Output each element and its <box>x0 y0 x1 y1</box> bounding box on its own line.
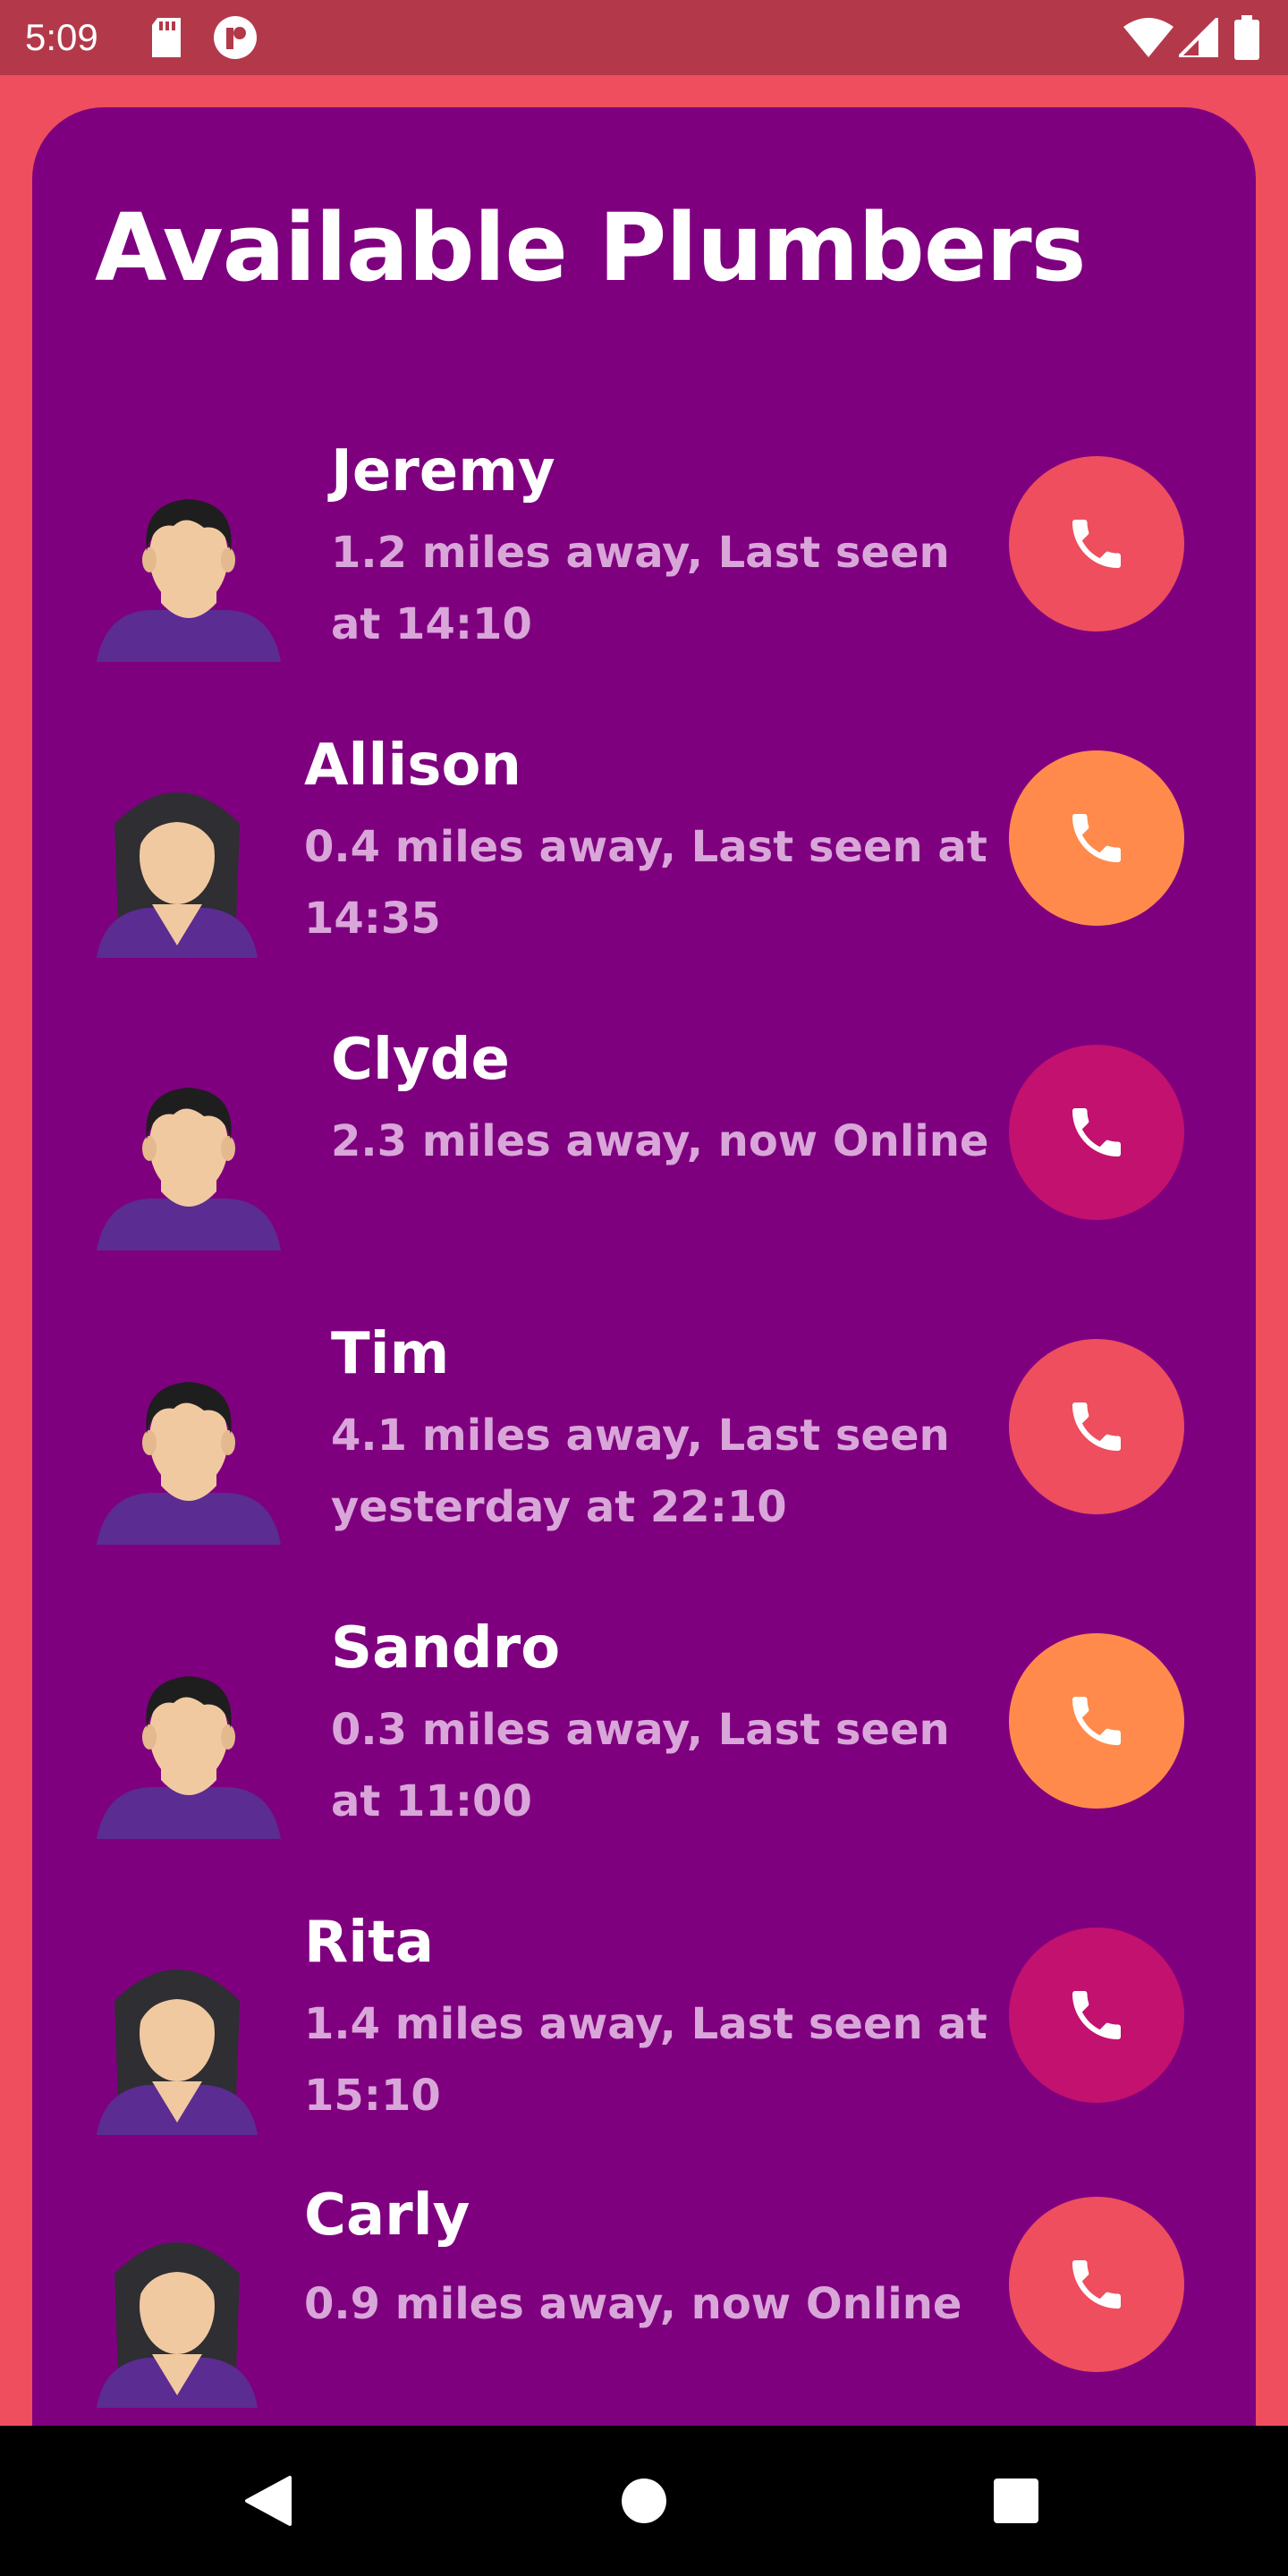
call-button[interactable] <box>1009 1339 1184 1514</box>
app-notification-icon <box>213 0 258 75</box>
battery-icon <box>1234 0 1259 75</box>
back-icon <box>245 2476 292 2526</box>
male-avatar-icon <box>97 1066 281 1254</box>
plumber-name: Allison <box>304 733 521 799</box>
phone-icon <box>1064 512 1129 576</box>
plumber-status: 4.1 miles away, Last seen yesterday at 2… <box>331 1411 950 1532</box>
call-button[interactable] <box>1009 1928 1184 2103</box>
female-avatar-icon <box>97 1947 258 2139</box>
call-button[interactable] <box>1009 2197 1184 2372</box>
recents-icon <box>994 2479 1038 2523</box>
call-button[interactable] <box>1009 1633 1184 1809</box>
phone-icon <box>1064 806 1129 870</box>
plumbers-card: Available Plumbers Jeremy 1.2 miles away… <box>32 107 1256 2433</box>
home-icon <box>622 2479 666 2523</box>
plumber-status: 1.2 miles away, Last seen at 14:10 <box>331 528 950 649</box>
status-time: 5:09 <box>25 16 98 58</box>
female-avatar-icon <box>97 2220 258 2411</box>
male-avatar-icon <box>97 1655 281 1843</box>
plumber-name: Clyde <box>331 1027 510 1093</box>
plumber-status: 0.3 miles away, Last seen at 11:00 <box>331 1705 950 1826</box>
call-button[interactable] <box>1009 750 1184 926</box>
phone-icon <box>1064 2252 1129 2317</box>
recents-button[interactable] <box>962 2426 1070 2576</box>
plumber-status: 1.4 miles away, Last seen at 15:10 <box>304 1999 987 2121</box>
phone-icon <box>1064 1689 1129 1753</box>
female-avatar-icon <box>97 770 258 962</box>
male-avatar-icon <box>97 478 281 665</box>
phone-icon <box>1064 1394 1129 1459</box>
cell-signal-icon <box>1179 0 1218 75</box>
wifi-icon <box>1123 0 1174 75</box>
page-title: Available Plumbers <box>95 193 1087 302</box>
plumber-name: Tim <box>331 1321 450 1387</box>
phone-icon <box>1064 1983 1129 2047</box>
plumber-name: Rita <box>304 1910 434 1976</box>
plumber-status: 0.4 miles away, Last seen at 14:35 <box>304 822 987 944</box>
call-button[interactable] <box>1009 456 1184 631</box>
back-button[interactable] <box>215 2426 322 2576</box>
call-button[interactable] <box>1009 1045 1184 1220</box>
phone-icon <box>1064 1100 1129 1165</box>
plumber-name: Carly <box>304 2182 470 2249</box>
status-bar: 5:09 <box>0 0 1288 75</box>
sd-card-icon <box>150 0 182 75</box>
plumber-status: 0.9 miles away, now Online <box>304 2279 962 2329</box>
home-button[interactable] <box>590 2426 698 2576</box>
male-avatar-icon <box>97 1360 281 1548</box>
plumber-status: 2.3 miles away, now Online <box>331 1116 989 1166</box>
plumber-name: Jeremy <box>331 438 555 504</box>
navigation-bar <box>0 2426 1288 2576</box>
plumber-name: Sandro <box>331 1615 561 1682</box>
